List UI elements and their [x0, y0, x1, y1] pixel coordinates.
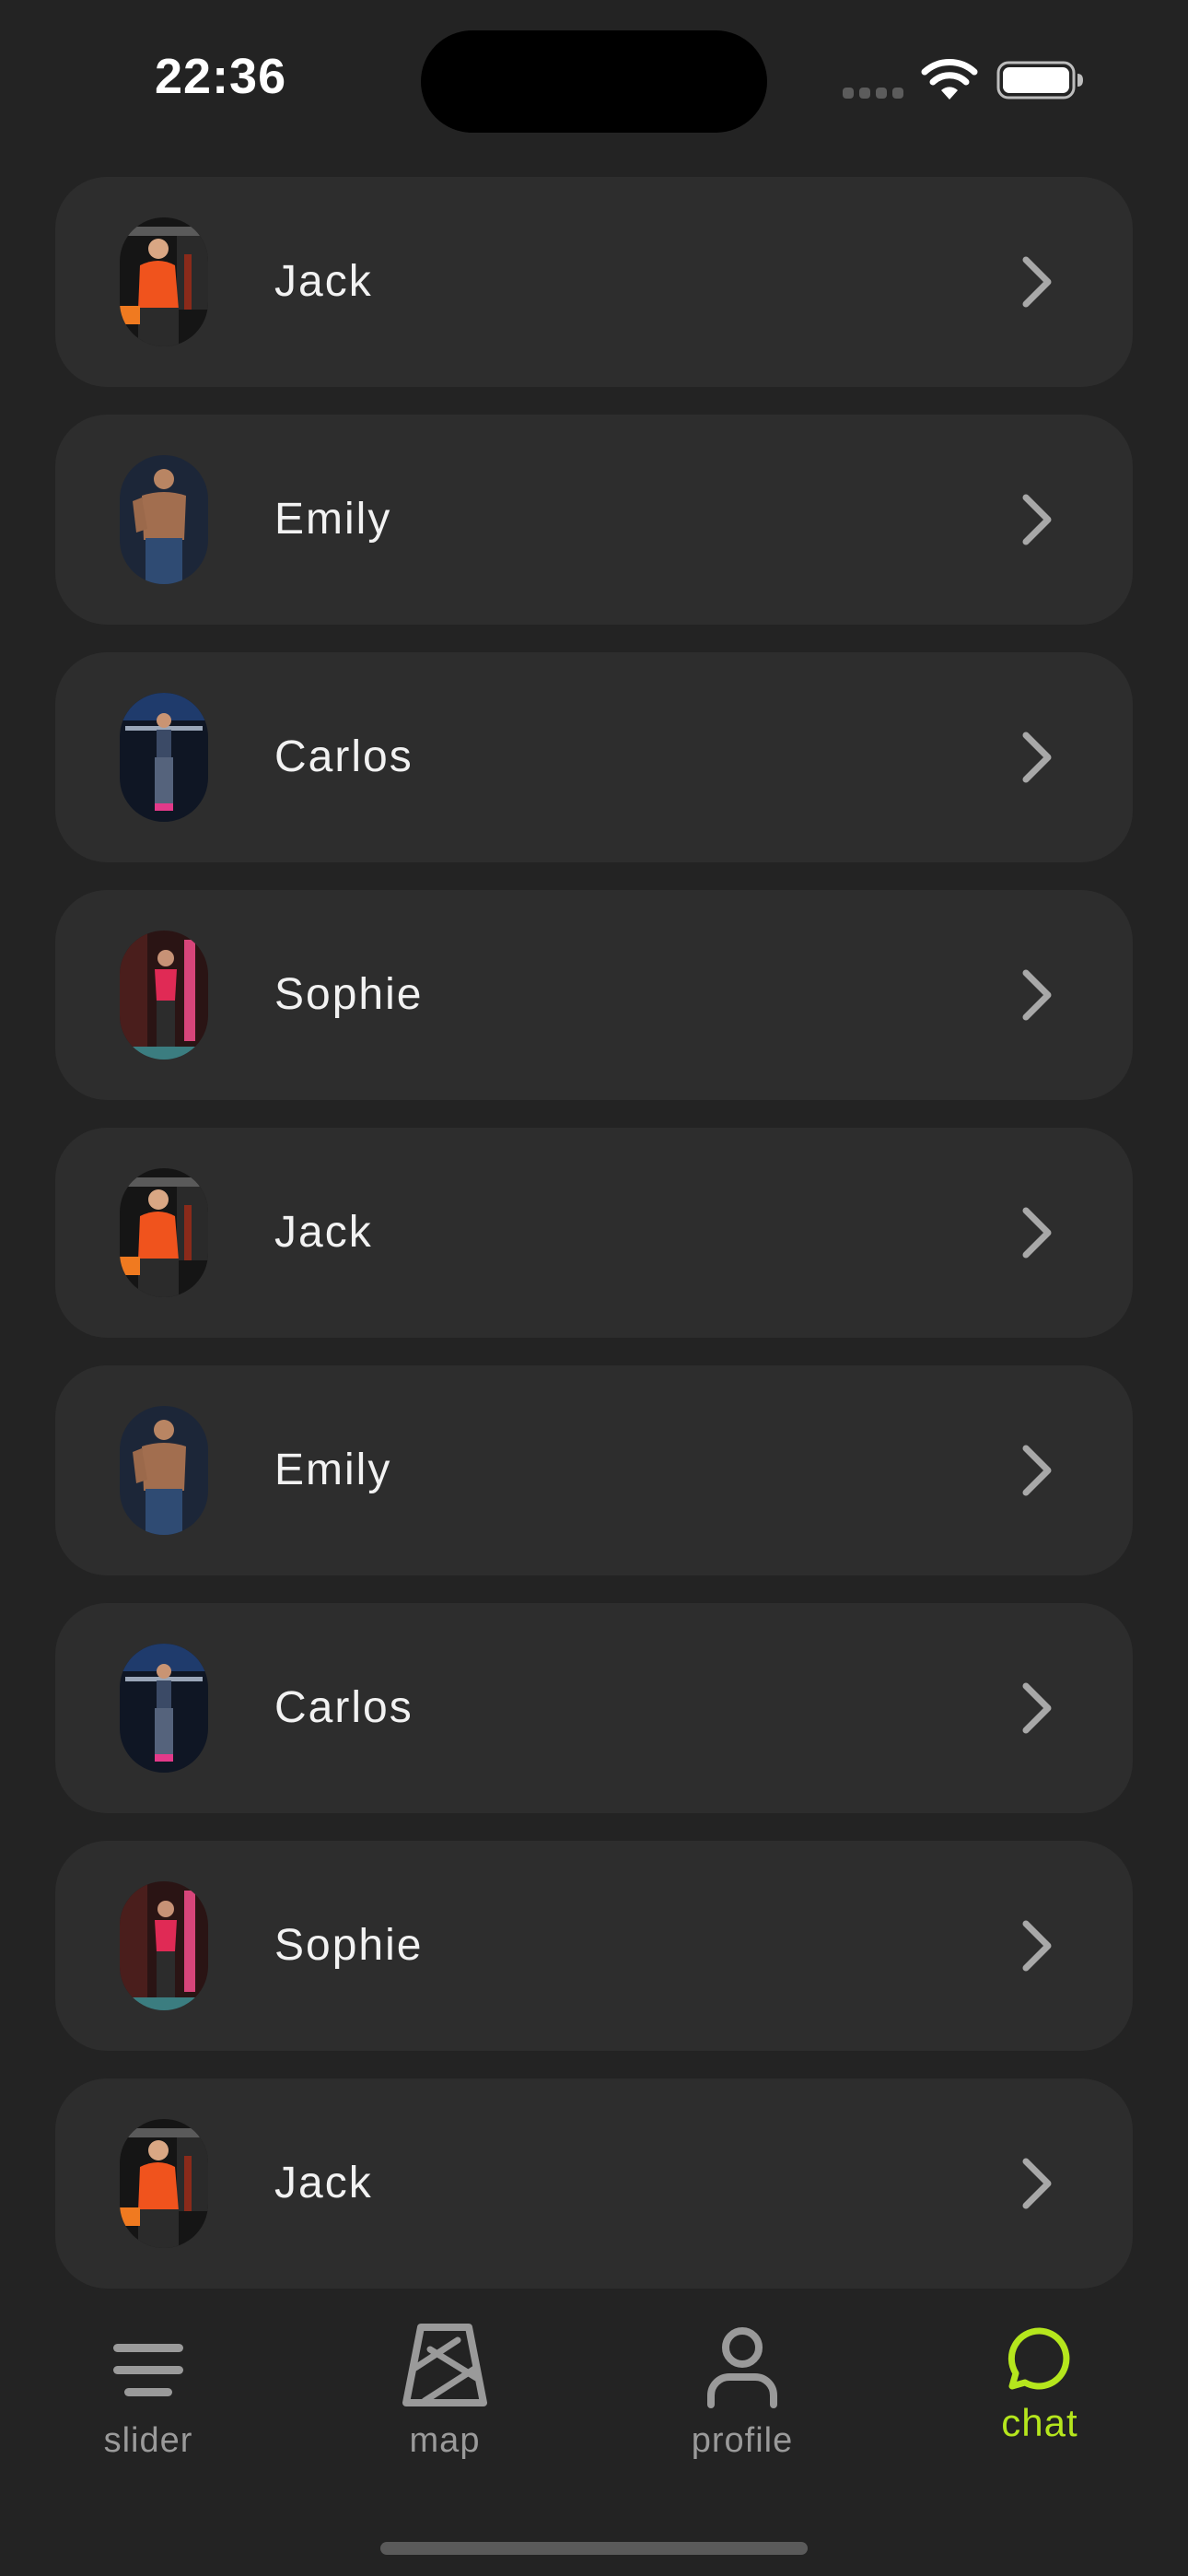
tab-profile-label: profile: [691, 2421, 794, 2460]
contact-row[interactable]: Emily: [55, 1365, 1133, 1575]
contact-name: Emily: [274, 495, 392, 544]
tab-slider[interactable]: slider: [0, 2294, 297, 2478]
avatar: [120, 1881, 208, 2010]
home-indicator: [380, 2542, 808, 2555]
avatar: [120, 931, 208, 1060]
status-bar: 22:36: [0, 0, 1188, 157]
contact-name: Jack: [274, 1208, 373, 1257]
chevron-right-icon: [1022, 494, 1052, 545]
contact-row[interactable]: Jack: [55, 2078, 1133, 2289]
chevron-right-icon: [1022, 732, 1052, 783]
avatar: [120, 1644, 208, 1773]
contact-name: Jack: [274, 2159, 373, 2207]
map-icon: [402, 2324, 487, 2406]
contact-row[interactable]: Emily: [55, 415, 1133, 625]
contact-row[interactable]: Jack: [55, 1128, 1133, 1338]
contact-row[interactable]: Carlos: [55, 1603, 1133, 1813]
chevron-right-icon: [1022, 969, 1052, 1021]
person-icon: [707, 2327, 777, 2408]
chat-list-screen: 22:36 Jack Emily Carlos Sophie Jack Emil…: [0, 0, 1188, 2576]
contact-name: Jack: [274, 257, 373, 306]
avatar: [120, 2119, 208, 2248]
contact-name: Sophie: [274, 970, 424, 1019]
menu-lines-icon: [113, 2344, 183, 2396]
tab-slider-label: slider: [103, 2421, 193, 2460]
contact-row[interactable]: Sophie: [55, 1841, 1133, 2051]
tab-map[interactable]: map: [297, 2294, 593, 2478]
chat-bubble-icon: [1007, 2327, 1070, 2390]
cellular-signal-icon: [843, 88, 903, 99]
battery-icon: [996, 61, 1083, 100]
avatar: [120, 455, 208, 584]
avatar: [120, 1168, 208, 1297]
chevron-right-icon: [1022, 2158, 1052, 2209]
avatar: [120, 693, 208, 822]
tab-map-label: map: [409, 2421, 481, 2460]
chevron-right-icon: [1022, 256, 1052, 308]
contact-row[interactable]: Sophie: [55, 890, 1133, 1100]
bottom-tab-bar: slider map profile chat: [0, 2294, 1188, 2576]
chevron-right-icon: [1022, 1682, 1052, 1734]
contact-row[interactable]: Jack: [55, 177, 1133, 387]
avatar: [120, 217, 208, 346]
contact-name: Carlos: [274, 732, 413, 781]
dynamic-island: [421, 30, 767, 133]
contact-list: Jack Emily Carlos Sophie Jack Emily Carl…: [55, 177, 1133, 2316]
chevron-right-icon: [1022, 1207, 1052, 1259]
wifi-icon: [921, 59, 978, 100]
status-time: 22:36: [155, 49, 287, 104]
tab-chat[interactable]: chat: [891, 2294, 1188, 2478]
chevron-right-icon: [1022, 1445, 1052, 1496]
chevron-right-icon: [1022, 1920, 1052, 1972]
tab-chat-label: chat: [1001, 2401, 1078, 2444]
contact-name: Carlos: [274, 1683, 413, 1732]
contact-name: Sophie: [274, 1921, 424, 1970]
tab-profile[interactable]: profile: [594, 2294, 891, 2478]
contact-row[interactable]: Carlos: [55, 652, 1133, 862]
contact-name: Emily: [274, 1446, 392, 1494]
avatar: [120, 1406, 208, 1535]
